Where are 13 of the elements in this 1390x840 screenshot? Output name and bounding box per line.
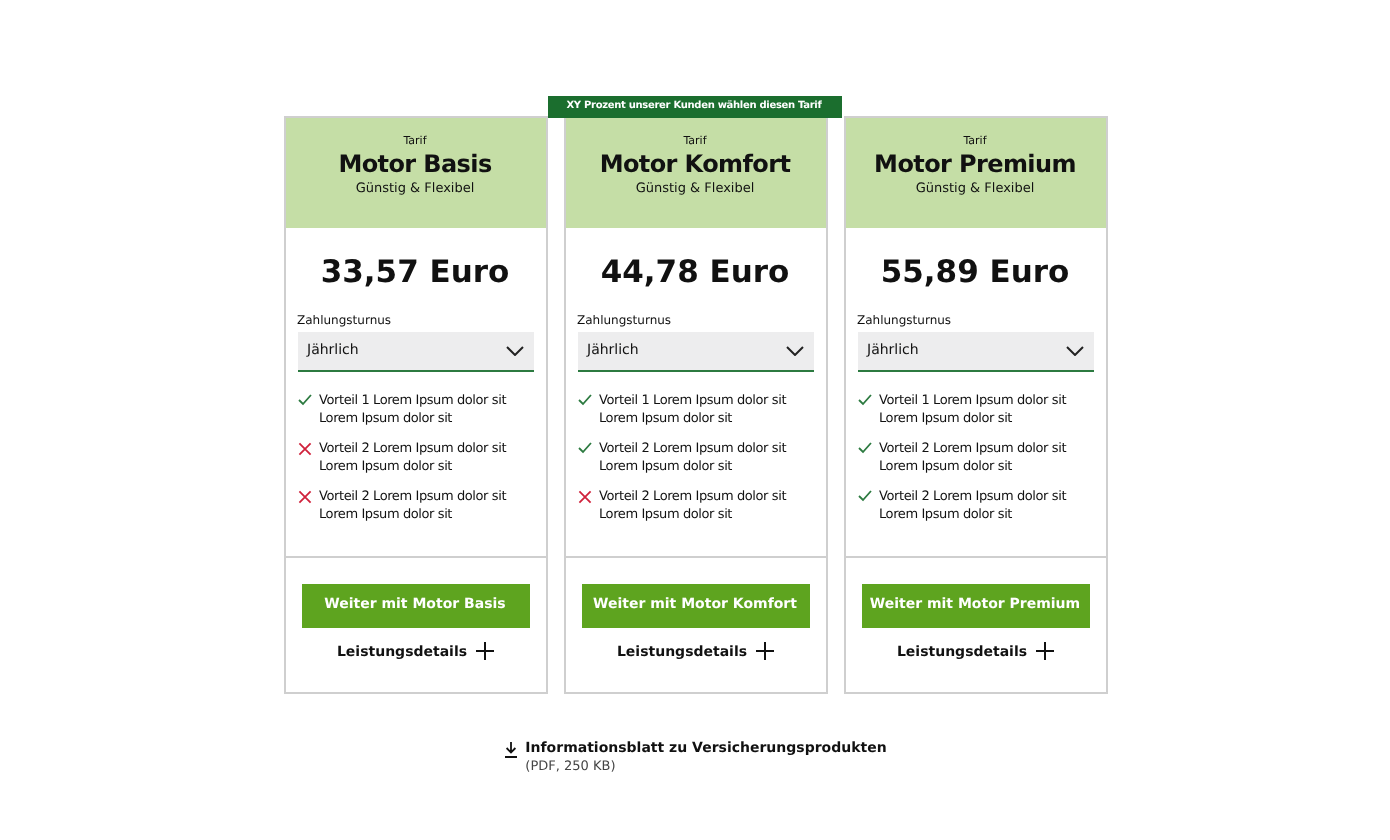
plan-name: Motor Premium bbox=[872, 150, 1078, 180]
chevron-down-icon bbox=[505, 346, 523, 356]
chevron-down-icon bbox=[785, 346, 803, 356]
plan-price: 44,78 Euro bbox=[598, 252, 792, 292]
plus-icon[interactable] bbox=[475, 642, 494, 661]
plan-name: Motor Basis bbox=[336, 150, 494, 180]
plus-icon[interactable] bbox=[755, 642, 774, 661]
plus-icon[interactable] bbox=[1035, 642, 1054, 661]
plan-price: 33,57 Euro bbox=[318, 252, 512, 292]
chevron-down-icon bbox=[1065, 346, 1083, 356]
plan-price: 55,89 Euro bbox=[878, 252, 1072, 292]
plan-name: Motor Komfort bbox=[597, 150, 793, 180]
download-icon[interactable] bbox=[503, 742, 518, 758]
